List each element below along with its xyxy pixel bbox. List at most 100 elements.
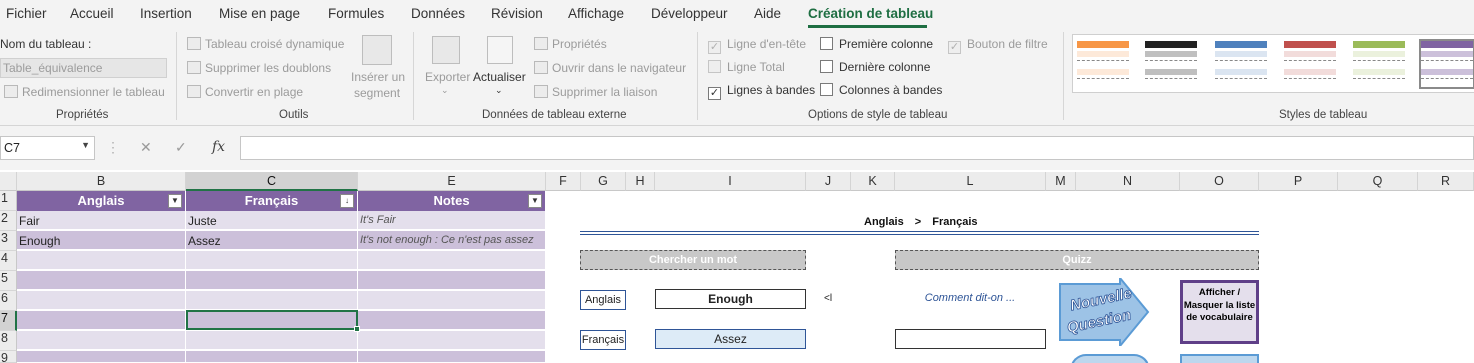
tab-revision[interactable]: Révision — [491, 6, 543, 21]
banded-columns-option[interactable]: Colonnes à bandes — [820, 83, 942, 97]
resize-table-button[interactable]: Redimensionner le tableau — [4, 85, 165, 99]
open-in-browser-button[interactable]: Ouvrir dans le navigateur — [534, 61, 686, 75]
tab-insertion[interactable]: Insertion — [140, 6, 192, 21]
table-cell[interactable] — [358, 291, 546, 310]
table-cell[interactable] — [17, 331, 186, 350]
insert-function-icon[interactable]: fx — [212, 139, 225, 155]
table-cell[interactable]: Juste — [186, 211, 358, 230]
row-header-8[interactable]: 8 — [0, 331, 17, 351]
table-header-francais[interactable]: Français ↓ — [186, 191, 358, 211]
table-style-swatch[interactable] — [1215, 41, 1267, 87]
table-cell[interactable]: It's Fair — [358, 211, 546, 230]
tab-formules[interactable]: Formules — [328, 6, 384, 21]
pivot-table-button[interactable]: Tableau croisé dynamique — [187, 37, 344, 51]
convert-to-range-button[interactable]: Convertir en plage — [187, 85, 303, 99]
table-cell[interactable] — [17, 251, 186, 270]
column-header-h[interactable]: H — [626, 172, 655, 191]
table-cell[interactable] — [17, 351, 186, 363]
column-header-c[interactable]: C — [186, 172, 358, 191]
first-column-option[interactable]: Première colonne — [820, 37, 933, 51]
filter-button-option[interactable]: ✓ Bouton de filtre — [948, 37, 1048, 54]
table-style-swatch-selected[interactable] — [1419, 39, 1474, 89]
column-header-k[interactable]: K — [851, 172, 895, 191]
column-header-n[interactable]: N — [1076, 172, 1180, 191]
refresh-button[interactable]: Actualiser — [473, 70, 526, 84]
column-header-o[interactable]: O — [1180, 172, 1259, 191]
column-header-m[interactable]: M — [1046, 172, 1076, 191]
table-cell[interactable] — [358, 251, 546, 270]
table-cell[interactable]: Assez — [186, 231, 358, 250]
table-style-swatch[interactable] — [1145, 41, 1197, 87]
column-header-e[interactable]: E — [358, 172, 546, 191]
table-style-swatch[interactable] — [1077, 41, 1129, 87]
table-name-input[interactable]: Table_équivalence — [0, 58, 167, 78]
sort-filter-icon[interactable]: ↓ — [340, 194, 354, 208]
row-header-6[interactable]: 6 — [0, 291, 17, 311]
column-header-b[interactable]: B — [17, 172, 186, 191]
filter-dropdown-icon[interactable]: ▼ — [168, 194, 182, 208]
filter-dropdown-icon[interactable]: ▼ — [528, 194, 542, 208]
tab-fichier[interactable]: Fichier — [6, 6, 47, 21]
external-properties-button[interactable]: Propriétés — [534, 37, 607, 51]
table-style-swatch[interactable] — [1353, 41, 1405, 87]
chevron-down-icon[interactable]: ▼ — [81, 140, 90, 150]
row-header-1[interactable]: 1 — [0, 191, 17, 211]
remove-duplicates-button[interactable]: Supprimer les doublons — [187, 61, 331, 75]
name-box[interactable]: C7 ▼ — [0, 136, 95, 160]
table-styles-gallery[interactable] — [1072, 34, 1474, 93]
column-header-q[interactable]: Q — [1338, 172, 1418, 191]
cancel-icon[interactable]: ✕ — [140, 139, 152, 156]
column-header-g[interactable]: G — [581, 172, 626, 191]
new-question-button[interactable]: Nouvelle Question — [1058, 275, 1150, 349]
row-header-3[interactable]: 3 — [0, 231, 17, 251]
table-cell[interactable] — [186, 351, 358, 363]
table-cell[interactable]: It's not enough : Ce n'est pas assez — [358, 231, 546, 250]
tab-creation-de-tableau[interactable]: Création de tableau — [808, 6, 933, 21]
formula-input[interactable] — [240, 136, 1474, 160]
last-column-option[interactable]: Dernière colonne — [820, 60, 930, 74]
insert-slicer-button-line2[interactable]: segment — [354, 86, 400, 100]
table-header-anglais[interactable]: Anglais ▼ — [17, 191, 186, 211]
enter-icon[interactable]: ✓ — [175, 139, 187, 156]
table-cell[interactable] — [358, 331, 546, 350]
table-cell[interactable] — [186, 271, 358, 290]
banded-rows-option[interactable]: ✓ Lignes à bandes — [708, 83, 815, 100]
export-button[interactable]: Exporter — [425, 70, 470, 84]
insert-slicer-button-line1[interactable]: Insérer un — [351, 70, 405, 84]
column-header-r[interactable]: R — [1418, 172, 1474, 191]
tab-aide[interactable]: Aide — [754, 6, 781, 21]
tab-affichage[interactable]: Affichage — [568, 6, 624, 21]
row-header-5[interactable]: 5 — [0, 271, 17, 291]
table-cell[interactable] — [358, 271, 546, 290]
header-row-option[interactable]: ✓ Ligne d'en-tête — [708, 37, 806, 54]
table-cell[interactable] — [186, 251, 358, 270]
english-word-input[interactable]: Enough — [655, 289, 806, 309]
table-cell[interactable] — [17, 291, 186, 310]
quiz-answer-input[interactable] — [895, 329, 1046, 349]
column-header-j[interactable]: J — [806, 172, 851, 191]
column-header-f[interactable]: F — [546, 172, 581, 191]
tab-mise-en-page[interactable]: Mise en page — [219, 6, 300, 21]
tab-accueil[interactable]: Accueil — [70, 6, 114, 21]
row-header-2[interactable]: 2 — [0, 211, 17, 231]
table-cell[interactable] — [17, 271, 186, 290]
active-cell-c7[interactable] — [186, 310, 358, 330]
table-cell[interactable] — [358, 311, 546, 330]
table-header-notes[interactable]: Notes ▼ — [358, 191, 546, 211]
table-cell[interactable] — [358, 351, 546, 363]
column-header-i[interactable]: I — [655, 172, 806, 191]
fill-handle[interactable] — [354, 326, 360, 332]
table-style-swatch[interactable] — [1284, 41, 1336, 87]
cloud-shape-button[interactable] — [1070, 354, 1150, 363]
select-all-corner[interactable] — [0, 172, 17, 191]
row-header-7[interactable]: 7 — [0, 311, 17, 331]
table-cell[interactable]: Fair — [17, 211, 186, 230]
table-cell[interactable] — [186, 291, 358, 310]
column-header-l[interactable]: L — [895, 172, 1046, 191]
table-cell[interactable]: Enough — [17, 231, 186, 250]
unlink-button[interactable]: Supprimer la liaison — [534, 85, 657, 99]
row-header-4[interactable]: 4 — [0, 251, 17, 271]
column-header-p[interactable]: P — [1259, 172, 1338, 191]
total-row-option[interactable]: Ligne Total — [708, 60, 785, 74]
row-header-9[interactable]: 9 — [0, 351, 17, 363]
